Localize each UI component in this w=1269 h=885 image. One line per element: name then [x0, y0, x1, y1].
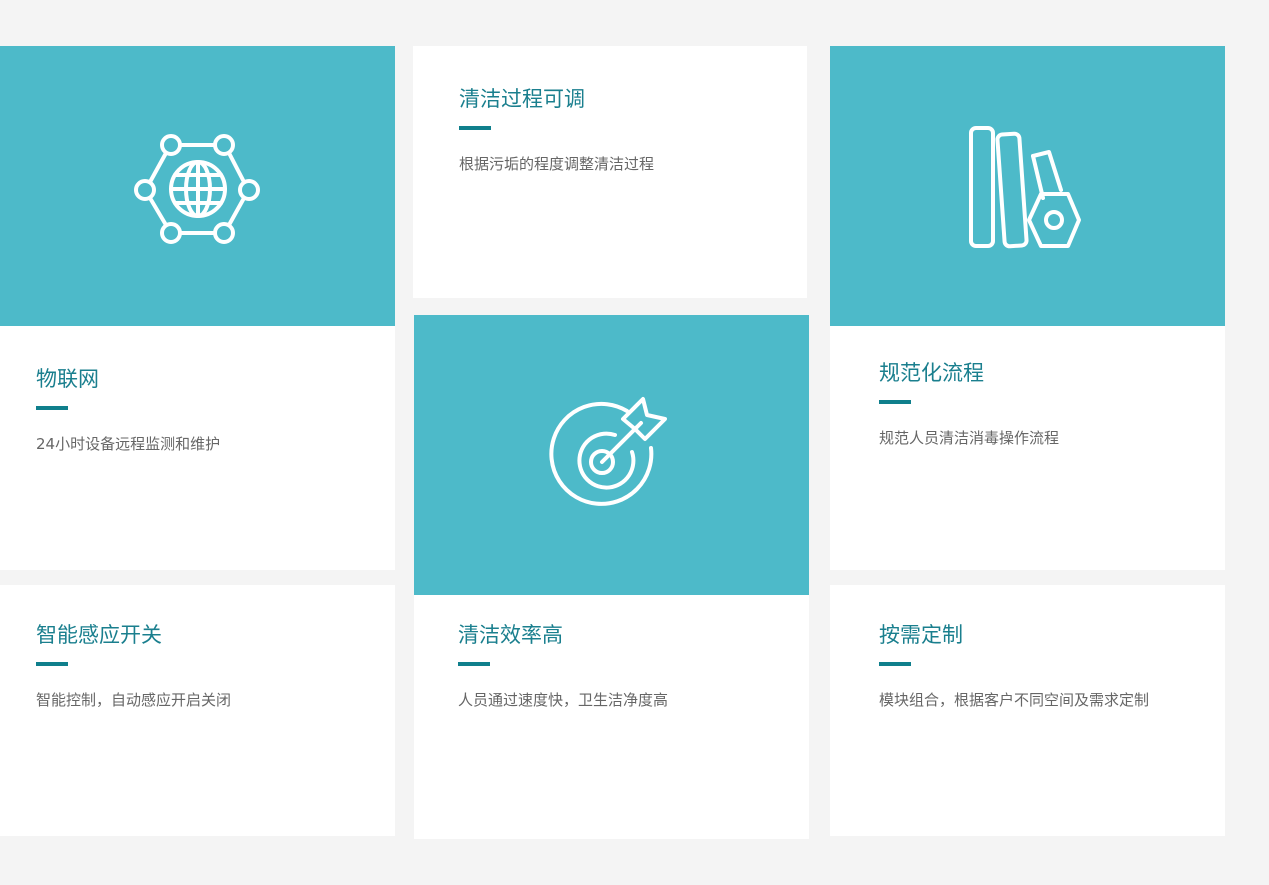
- iot-network-icon: [133, 129, 263, 244]
- feature-card-iot: 物联网 24小时设备远程监测和维护: [0, 326, 395, 570]
- feature-card-custom-made: 按需定制 模块组合，根据客户不同空间及需求定制: [830, 585, 1225, 836]
- feature-card-standardized-process: 规范化流程 规范人员清洁消毒操作流程: [830, 326, 1225, 570]
- title-accent-bar: [36, 662, 68, 666]
- feature-card-high-efficiency: 清洁效率高 人员通过速度快，卫生洁净度高: [414, 595, 809, 839]
- feature-description: 模块组合，根据客户不同空间及需求定制: [879, 691, 1150, 709]
- title-accent-bar: [879, 662, 911, 666]
- title-accent-bar: [459, 126, 491, 130]
- feature-description: 根据污垢的程度调整清洁过程: [459, 155, 655, 173]
- title-accent-bar: [36, 406, 68, 410]
- feature-title: 按需定制: [879, 623, 963, 647]
- feature-description: 规范人员清洁消毒操作流程: [879, 429, 1060, 447]
- books-standard-icon: [965, 124, 1090, 249]
- feature-description: 24小时设备远程监测和维护: [36, 435, 221, 453]
- feature-description: 智能控制，自动感应开启关闭: [36, 691, 232, 709]
- feature-title: 清洁过程可调: [459, 87, 585, 111]
- title-accent-bar: [879, 400, 911, 404]
- feature-title: 物联网: [36, 367, 99, 391]
- books-icon-tile: [830, 46, 1225, 326]
- feature-card-smart-sensor-switch: 智能感应开关 智能控制，自动感应开启关闭: [0, 585, 395, 836]
- feature-title: 清洁效率高: [458, 623, 563, 647]
- target-icon: [549, 395, 674, 515]
- feature-title: 智能感应开关: [36, 623, 162, 647]
- iot-icon-tile: [0, 46, 395, 326]
- target-icon-tile: [414, 315, 809, 595]
- feature-title: 规范化流程: [879, 361, 984, 385]
- title-accent-bar: [458, 662, 490, 666]
- feature-card-adjustable-cleaning: 清洁过程可调 根据污垢的程度调整清洁过程: [413, 46, 807, 298]
- feature-description: 人员通过速度快，卫生洁净度高: [458, 691, 669, 709]
